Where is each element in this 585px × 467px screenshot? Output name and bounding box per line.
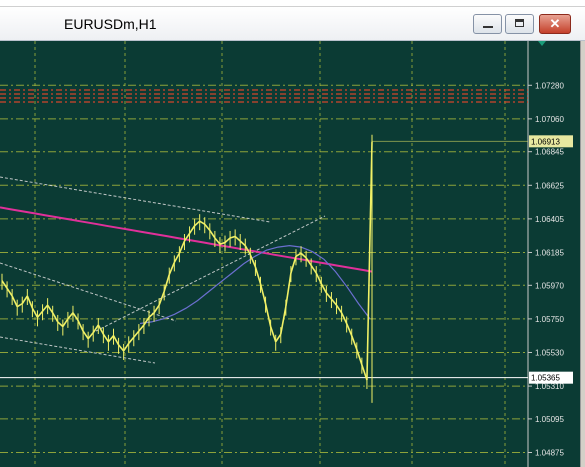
price-tick-label: 1.05750 [535, 315, 564, 324]
window-right-border [580, 41, 585, 467]
minimize-button[interactable] [473, 14, 502, 34]
minimize-icon [483, 26, 493, 28]
chart-background [0, 41, 580, 467]
price-tick-label: 1.06185 [535, 248, 564, 257]
close-icon: ✕ [549, 16, 561, 31]
horizontal-level-label: 1.05365 [531, 374, 560, 383]
price-chart[interactable]: 1.07280 1.07060 1.06845 1.06625 1.06405 1.061… [0, 41, 580, 467]
price-tick-label: 1.06405 [535, 215, 564, 224]
price-tick-label: 1.07280 [535, 81, 564, 90]
price-tick-label: 1.06845 [535, 148, 564, 157]
chart-window-titlebar[interactable]: EURUSDm,H1 ✕ [0, 7, 585, 41]
price-tick-label: 1.04875 [535, 448, 564, 457]
menu-strip [0, 0, 585, 7]
maximize-icon [515, 19, 524, 27]
current-price-label: 1.06913 [531, 137, 560, 146]
window-title: EURUSDm,H1 [64, 16, 157, 32]
maximize-button[interactable] [505, 14, 534, 34]
close-button[interactable]: ✕ [539, 14, 571, 34]
price-tick-label: 1.05970 [535, 281, 564, 290]
price-tick-label: 1.06625 [535, 181, 564, 190]
price-tick-label: 1.05095 [535, 415, 564, 424]
price-tick-label: 1.05530 [535, 348, 564, 357]
price-tick-label: 1.07060 [535, 115, 564, 124]
